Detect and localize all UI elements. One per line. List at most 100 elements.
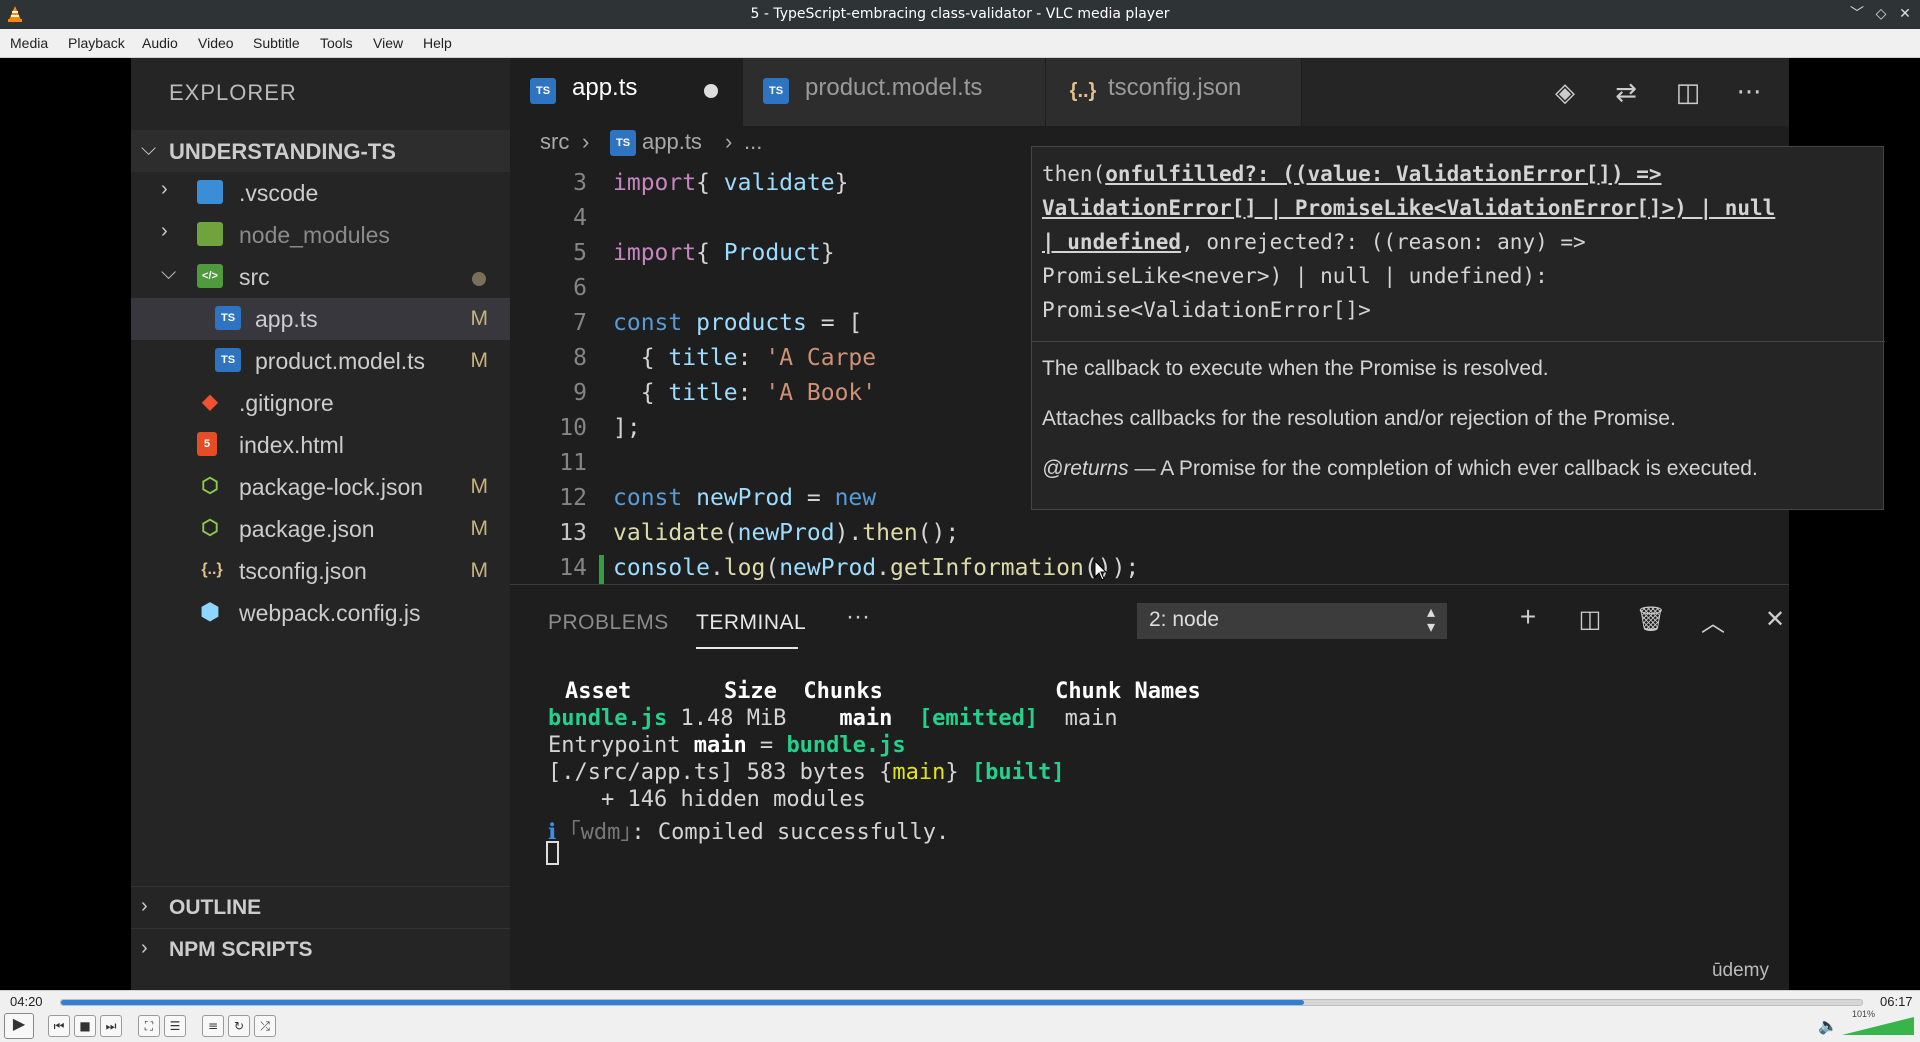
line-number: 13 bbox=[559, 520, 587, 546]
previous-button[interactable]: ⏮ bbox=[48, 1015, 70, 1037]
split-terminal-icon: ◫ bbox=[1578, 606, 1602, 633]
player-controls: 04:20 06:17 ▶ ⏮ ■ ⏭ ⛶ ☰ ≡ ↻ ⤮ 🔈 101% bbox=[0, 990, 1920, 1042]
code-token: newProd bbox=[696, 485, 794, 511]
window-title: 5 - TypeScript-embracing class-validator… bbox=[750, 6, 1170, 22]
seek-bar[interactable] bbox=[60, 999, 1863, 1006]
menu-view[interactable]: View bbox=[373, 35, 403, 51]
code-token: ]; bbox=[613, 415, 641, 441]
breadcrumb-more: ... bbox=[744, 129, 763, 154]
code-token: = bbox=[793, 485, 835, 511]
code-token: { bbox=[613, 380, 669, 406]
term-text: [built] bbox=[971, 760, 1065, 785]
line-number: 4 bbox=[573, 205, 587, 231]
close-panel-icon: ✕ bbox=[1764, 606, 1786, 633]
chevron-right-icon: › bbox=[161, 178, 168, 200]
code-token: : bbox=[737, 380, 766, 406]
tree-item-label: .vscode bbox=[239, 180, 319, 206]
playlist-button[interactable]: ≡ bbox=[202, 1015, 224, 1037]
tree-item-package-json: ⬡ package.json M bbox=[131, 508, 510, 550]
divider bbox=[1032, 341, 1885, 342]
sig-text: then( bbox=[1042, 162, 1106, 186]
code-text: ]; bbox=[613, 415, 641, 441]
tree-item-label: webpack.config.js bbox=[239, 600, 421, 626]
menu-playback[interactable]: Playback bbox=[68, 35, 125, 51]
code-token: newProd bbox=[737, 520, 835, 546]
webpack-icon: ⬢ bbox=[200, 599, 220, 624]
nodejs-icon: ⬡ bbox=[201, 517, 219, 539]
code-token: new bbox=[834, 485, 877, 511]
tree-item-vscode: › .vscode bbox=[131, 172, 510, 214]
code-text: console.log(newProd.getInformation()); bbox=[613, 555, 1139, 581]
window-titlebar: 5 - TypeScript-embracing class-validator… bbox=[0, 0, 1920, 29]
shuffle-button[interactable]: ⤮ bbox=[254, 1015, 276, 1037]
tab-problems: PROBLEMS bbox=[548, 611, 669, 634]
stop-button[interactable]: ■ bbox=[74, 1015, 96, 1037]
menu-audio[interactable]: Audio bbox=[142, 35, 178, 51]
menu-bar: Media Playback Audio Video Subtitle Tool… bbox=[0, 29, 1920, 58]
section-label: NPM SCRIPTS bbox=[169, 938, 313, 961]
chevron-up-icon: ︿ bbox=[1701, 610, 1725, 637]
menu-video[interactable]: Video bbox=[198, 35, 234, 51]
menu-tools[interactable]: Tools bbox=[320, 35, 353, 51]
close-window-icon[interactable]: ✕ bbox=[1895, 5, 1915, 23]
sig-param: ValidationError[] | PromiseLike<Validati… bbox=[1042, 196, 1776, 220]
code-token: const bbox=[613, 310, 697, 336]
hover-signature: then(onfulfilled?: ((value: ValidationEr… bbox=[1042, 157, 1872, 327]
terminal-select: 2: node ▴ ▾ bbox=[1137, 603, 1447, 639]
volume-slider[interactable]: 101% bbox=[1842, 1009, 1914, 1037]
code-token: : bbox=[737, 345, 766, 371]
line-number: 9 bbox=[573, 380, 587, 406]
code-token: getInformation bbox=[890, 555, 1084, 581]
code-token: = [ bbox=[806, 310, 863, 336]
sig-text: Promise<ValidationError[]> bbox=[1042, 298, 1371, 322]
video-area[interactable]: EXPLORER ⌵ UNDERSTANDING-TS › .vscode › … bbox=[0, 58, 1920, 990]
speaker-icon[interactable]: 🔈 bbox=[1818, 1016, 1838, 1035]
project-name: UNDERSTANDING-TS bbox=[169, 139, 396, 164]
more-actions-icon: ··· bbox=[1736, 78, 1762, 108]
next-button[interactable]: ⏭ bbox=[100, 1015, 122, 1037]
extended-settings-button[interactable]: ☰ bbox=[164, 1015, 186, 1037]
typescript-file-icon: TS bbox=[763, 78, 789, 104]
minimize-icon[interactable]: ﹀ bbox=[1847, 5, 1867, 23]
git-icon: ◈ bbox=[1555, 78, 1575, 108]
active-tab-indicator bbox=[696, 647, 798, 649]
tree-item-label: package-lock.json bbox=[239, 474, 424, 500]
code-token: validate bbox=[613, 520, 724, 546]
asset-chunk: main bbox=[799, 706, 893, 731]
bottom-panel: PROBLEMS TERMINAL ··· 2: node ▴ ▾ + ◫ 🗑 ︿… bbox=[510, 584, 1789, 990]
tree-item-node-modules: › node_modules bbox=[131, 214, 510, 256]
code-token: products bbox=[696, 310, 807, 336]
sig-param: onfulfilled?: ((value: ValidationError[]… bbox=[1105, 162, 1662, 186]
code-text: { title: 'A Carpe bbox=[613, 345, 876, 371]
menu-help[interactable]: Help bbox=[423, 35, 452, 51]
code-token: . bbox=[876, 555, 890, 581]
tab-app-ts: TS app.ts bbox=[510, 58, 743, 126]
code-text: import{ validate} bbox=[613, 170, 848, 196]
tree-item-app-ts: TS app.ts M bbox=[131, 298, 510, 340]
code-token: 'A Book' bbox=[765, 380, 877, 406]
code-token: console bbox=[613, 555, 710, 581]
tab-label: tsconfig.json bbox=[1108, 74, 1242, 101]
term-text: main bbox=[892, 760, 946, 785]
tab-product-model: TS product.model.ts bbox=[743, 58, 1046, 126]
maximize-icon[interactable]: ◇ bbox=[1871, 5, 1891, 23]
hover-doc-returns: @returns — A Promise for the completion … bbox=[1042, 457, 1758, 481]
udemy-watermark: ūdemy bbox=[1711, 960, 1769, 981]
npm-scripts-section: › NPM SCRIPTS bbox=[131, 928, 510, 970]
menu-subtitle[interactable]: Subtitle bbox=[253, 35, 300, 51]
terminal-line-asset: bundle.js 1.48 MiB main [emitted] main bbox=[548, 706, 1118, 731]
loop-button[interactable]: ↻ bbox=[228, 1015, 250, 1037]
git-status-badge: M bbox=[470, 517, 489, 540]
menu-media[interactable]: Media bbox=[10, 35, 48, 51]
chevron-right-icon: › bbox=[582, 129, 590, 154]
volume-percent: 101% bbox=[1852, 1009, 1876, 1019]
asset-emitted: [emitted] bbox=[892, 706, 1039, 731]
tree-item-webpack: ⬢ webpack.config.js bbox=[131, 592, 510, 634]
explorer-title: EXPLORER bbox=[169, 80, 297, 105]
git-status-badge: M bbox=[470, 349, 489, 372]
fullscreen-button[interactable]: ⛶ bbox=[138, 1015, 160, 1037]
code-token: title bbox=[668, 380, 738, 406]
line-number: 8 bbox=[573, 345, 587, 371]
play-button[interactable]: ▶ bbox=[4, 1013, 34, 1039]
split-editor-icon: ◫ bbox=[1675, 78, 1701, 108]
